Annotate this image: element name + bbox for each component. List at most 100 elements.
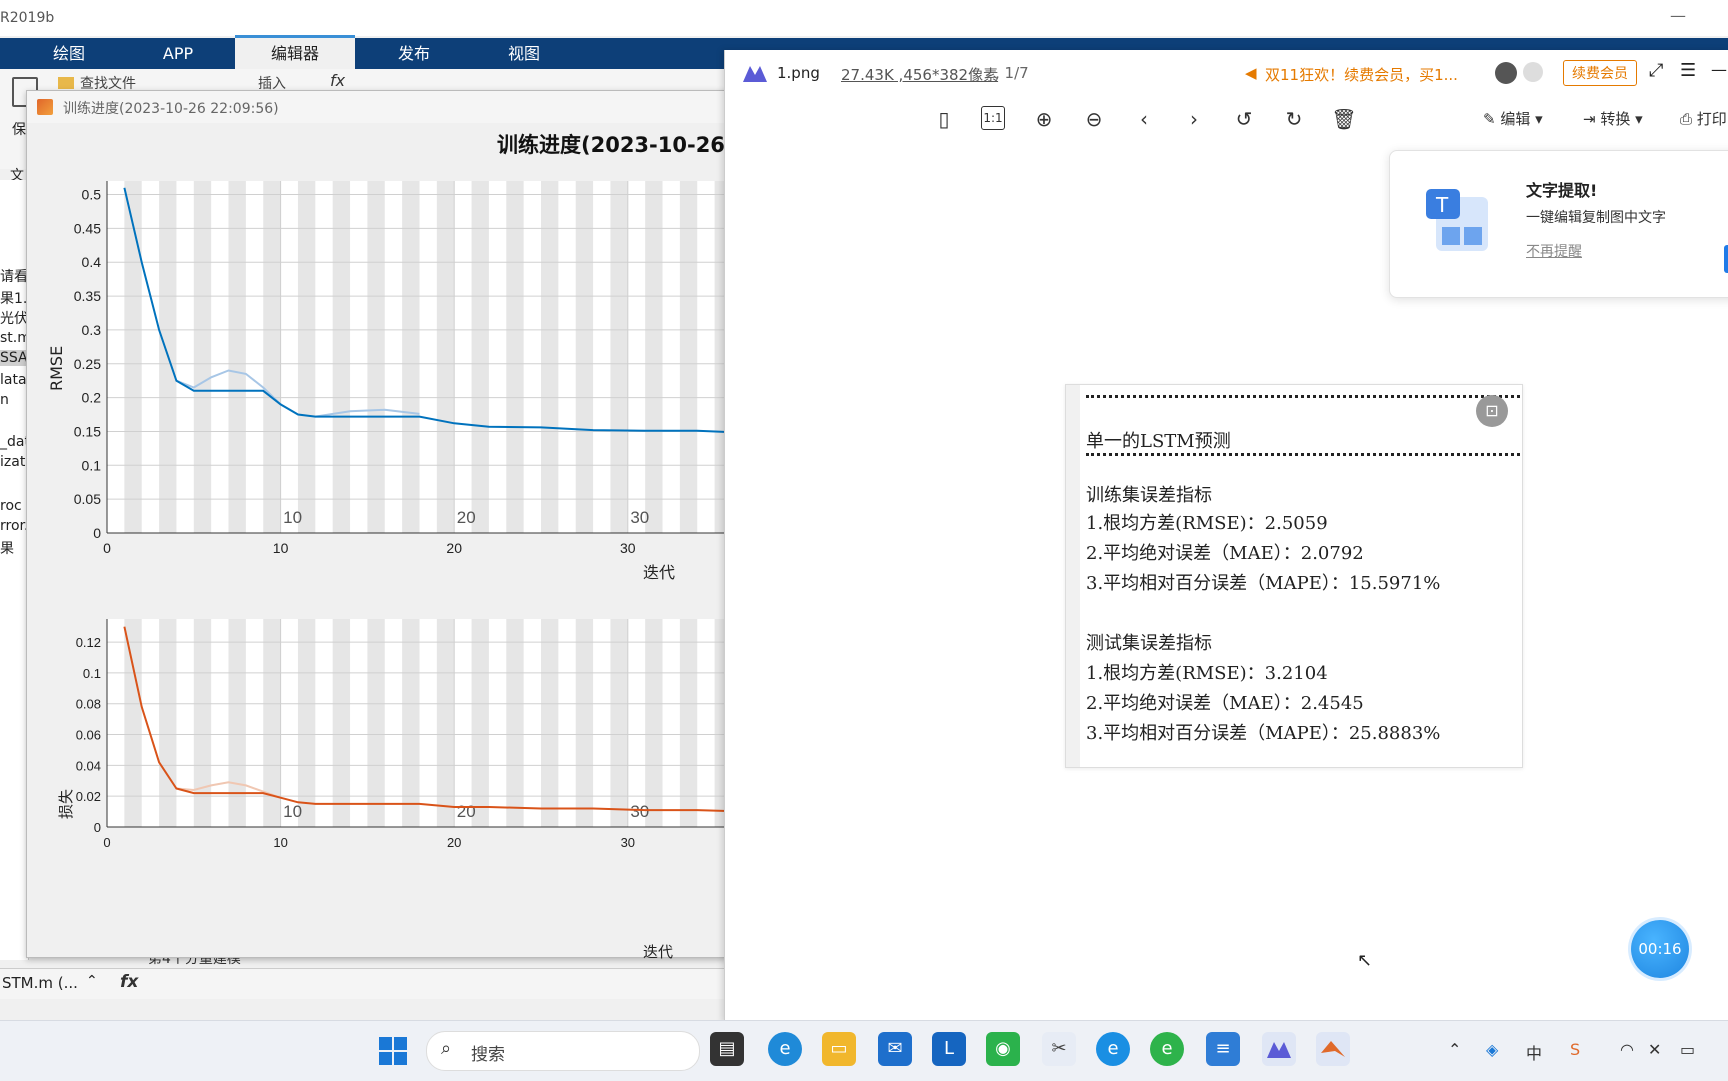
- file-explorer-icon[interactable]: ▭: [822, 1032, 856, 1066]
- zoom-out-icon[interactable]: ⊖: [1081, 106, 1107, 132]
- snipping-tool-icon[interactable]: ✂: [1042, 1032, 1076, 1066]
- rotate-right-icon[interactable]: ↻: [1281, 106, 1307, 132]
- list-item[interactable]: 果1.: [0, 288, 27, 308]
- mail-icon[interactable]: ✉: [878, 1032, 912, 1066]
- doc-test-title: 测试集误差指标: [1086, 633, 1212, 654]
- browser-icon[interactable]: e: [1150, 1032, 1184, 1066]
- wechat-icon[interactable]: ◉: [986, 1032, 1020, 1066]
- y-tick-label: 0.2: [82, 390, 102, 406]
- list-item[interactable]: 请看: [0, 266, 28, 286]
- list-item[interactable]: SSA: [0, 350, 28, 366]
- tab-publish[interactable]: 发布: [362, 38, 466, 69]
- epoch-label: 30: [630, 508, 649, 527]
- delete-icon[interactable]: 🗑: [1331, 106, 1357, 132]
- iteration-band: [471, 181, 489, 533]
- print-button[interactable]: ⎙ 打印: [1680, 108, 1727, 129]
- convert-button[interactable]: ⇥ 转换 ▾: [1583, 108, 1643, 129]
- start-icon[interactable]: [378, 1036, 408, 1066]
- file-info[interactable]: 27.43K ,456*382像素: [841, 64, 998, 85]
- minimize-button[interactable]: —: [1668, 6, 1688, 26]
- mouse-icon[interactable]: ▯: [931, 106, 957, 132]
- next-icon[interactable]: ›: [1181, 106, 1207, 132]
- command-file-tab[interactable]: STM.m (...: [2, 974, 78, 992]
- task-view-icon[interactable]: ▤: [710, 1032, 744, 1066]
- recording-timer[interactable]: 00:16: [1631, 920, 1689, 978]
- fx-icon[interactable]: fx: [330, 71, 345, 90]
- list-item[interactable]: 果: [0, 538, 14, 558]
- y-tick-label: 0.35: [74, 288, 101, 304]
- wifi-icon[interactable]: ◠: [1620, 1040, 1634, 1059]
- menu-icon[interactable]: ☰: [1680, 60, 1696, 81]
- zoom-in-icon[interactable]: ⊕: [1031, 106, 1057, 132]
- dotted-divider: [1086, 453, 1520, 456]
- convert-icon: ⇥: [1583, 110, 1601, 128]
- svg-text:T: T: [1435, 193, 1449, 217]
- y-tick-label: 0.25: [74, 356, 101, 372]
- print-label: 打印: [1696, 110, 1727, 128]
- lenovo-icon[interactable]: L: [932, 1032, 966, 1066]
- fullscreen-icon[interactable]: ⤢: [1649, 60, 1663, 81]
- folder-icon[interactable]: [58, 77, 74, 89]
- displayed-image: ⊡ 单一的LSTM预测 训练集误差指标 1.根均方差(RMSE)：2.5059 …: [1065, 384, 1523, 768]
- edit-button[interactable]: ✎ 编辑 ▾: [1483, 108, 1543, 129]
- fx-prompt: fx: [120, 972, 139, 992]
- x-tick-label: 10: [273, 835, 287, 850]
- tray-s-icon[interactable]: S: [1570, 1040, 1580, 1059]
- matlab-titlebar: R2019b —: [0, 0, 1728, 36]
- matlab-taskbar-icon[interactable]: [1316, 1032, 1350, 1066]
- ime-indicator[interactable]: 中: [1526, 1040, 1542, 1064]
- list-item[interactable]: izati: [0, 454, 29, 470]
- edit-icon: ✎: [1483, 110, 1501, 128]
- epoch-label: 10: [283, 802, 302, 821]
- loss-ylabel: 损失: [57, 788, 75, 819]
- edge-icon[interactable]: e: [768, 1032, 802, 1066]
- x-tick-label: 30: [620, 540, 636, 556]
- training-progress-window: 训练进度(2023-10-26 22:09:56) 训练进度(2023-10-2…: [26, 90, 728, 961]
- tab-view[interactable]: 视图: [472, 38, 576, 69]
- ie-browser-icon[interactable]: e: [1096, 1032, 1130, 1066]
- chevron-up-icon[interactable]: ⌃: [86, 973, 98, 989]
- minimize-icon[interactable]: —: [1711, 60, 1727, 79]
- translate-icon[interactable]: ⊡: [1476, 395, 1508, 427]
- prev-icon[interactable]: ‹: [1131, 106, 1157, 132]
- taskbar-search[interactable]: ⌕ 搜索: [426, 1031, 700, 1071]
- tray-app-icon[interactable]: ◈: [1486, 1040, 1498, 1059]
- actual-size-icon[interactable]: 1:1: [981, 106, 1005, 130]
- volume-muted-icon[interactable]: ✕: [1648, 1040, 1661, 1059]
- tab-editor[interactable]: 编辑器: [235, 35, 355, 72]
- ocr-action-button[interactable]: [1724, 245, 1728, 273]
- y-tick-label: 0.3: [82, 322, 102, 338]
- text-extract-icon: T: [1424, 187, 1494, 257]
- rmse-ylabel: RMSE: [47, 345, 66, 391]
- tab-apps[interactable]: APP: [128, 38, 228, 69]
- avatar[interactable]: [1495, 62, 1517, 84]
- chevron-up-icon[interactable]: ⌃: [1448, 1040, 1461, 1059]
- image-viewer-window: 1.png 27.43K ,456*382像素 , 1/7 ◀ 双11狂欢！续费…: [724, 50, 1728, 1022]
- iteration-band: [263, 181, 281, 533]
- viewer-titlebar: 1.png 27.43K ,456*382像素 , 1/7 ◀ 双11狂欢！续费…: [725, 50, 1728, 96]
- image-viewer-taskbar-icon[interactable]: [1262, 1032, 1296, 1066]
- save-label: 保: [12, 122, 26, 138]
- current-folder-panel: 请看 果1. 光伏 st.m SSA lata. n _dat izati ro…: [0, 180, 31, 960]
- ocr-dismiss-link[interactable]: 不再提醒: [1526, 241, 1582, 261]
- battery-icon[interactable]: ▭: [1680, 1040, 1695, 1059]
- iteration-band: [610, 181, 628, 533]
- list-item[interactable]: 光伏: [0, 308, 28, 328]
- list-item[interactable]: rror.: [0, 518, 28, 534]
- iteration-band: [402, 181, 420, 533]
- iteration-band: [367, 181, 385, 533]
- vip-button[interactable]: 续费会员: [1563, 60, 1637, 86]
- tab-plots[interactable]: 绘图: [20, 38, 118, 69]
- list-item[interactable]: n: [0, 392, 9, 408]
- loss-plot: 0 0.02 0.04 0.06 0.08 0.1 0.12 0 10 20 30 10 20 30: [76, 619, 727, 850]
- notepad-icon[interactable]: ≡: [1206, 1032, 1240, 1066]
- matlab-window-title: R2019b: [0, 10, 55, 26]
- promo-text[interactable]: 双11狂欢！续费会员，买1...: [1265, 64, 1458, 85]
- page-indicator: , 1/7: [995, 64, 1029, 82]
- badge-icon: [1523, 62, 1543, 82]
- iteration-band: [506, 181, 524, 533]
- rotate-left-icon[interactable]: ↺: [1231, 106, 1257, 132]
- search-icon: ⌕: [441, 1038, 452, 1059]
- list-item[interactable]: roc: [0, 498, 22, 514]
- rmse-plot: 0 0.05 0.1 0.15 0.2 0.25 0.3 0.35 0.4 0.45 0.5 0 10 2…: [74, 181, 727, 556]
